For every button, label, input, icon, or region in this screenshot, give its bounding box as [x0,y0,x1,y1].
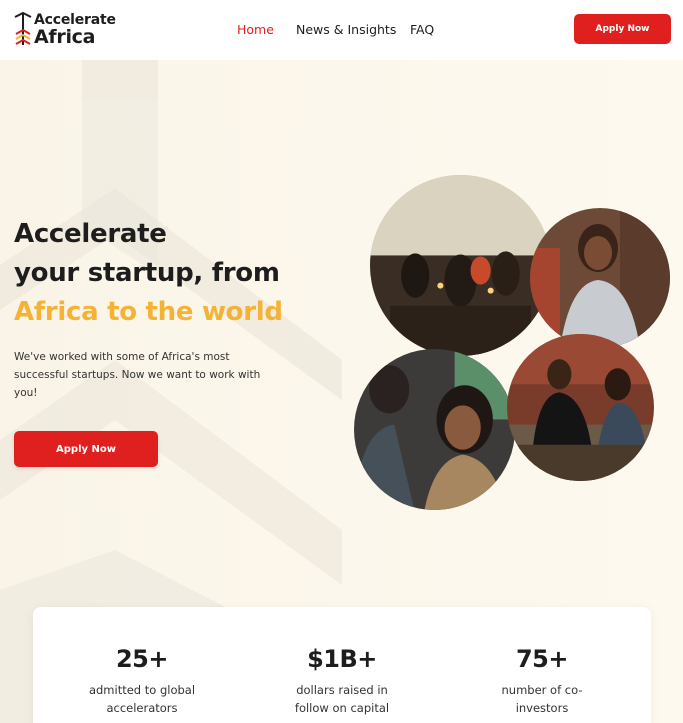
stat-co-investors: 75+ number of co-investors [452,607,632,717]
hero-apply-button[interactable]: Apply Now [14,431,158,467]
logo-wordmark-bottom: Africa [34,26,96,48]
hero-heading-accent: Africa to the world [14,297,283,327]
photo-conversation [507,334,654,481]
site-header: Accelerate Africa Home News & Insights F… [0,0,683,60]
photo-dinner-event [370,175,551,356]
hero-heading-line1: Accelerate [14,219,167,249]
hero-subtitle: We've worked with some of Africa's most … [14,351,261,399]
nav-home[interactable]: Home [237,22,274,37]
header-apply-button[interactable]: Apply Now [574,14,671,44]
brand-logo[interactable]: Accelerate Africa [13,12,116,48]
stat-label: dollars raised in follow on capital [294,683,390,715]
nav-faq[interactable]: FAQ [410,22,434,37]
stat-value: $1B+ [307,645,377,673]
stat-label: admitted to global accelerators [88,683,196,715]
stats-card: 25+ admitted to global accelerators $1B+… [33,607,651,723]
photo-speaker-woman [530,208,670,348]
hero-heading-line2: your startup, from [14,258,280,288]
stat-capital: $1B+ dollars raised in follow on capital [252,607,432,717]
stat-label: number of co-investors [501,683,583,715]
nav-news-insights[interactable]: News & Insights [296,22,396,37]
stat-accelerators: 25+ admitted to global accelerators [52,607,232,717]
photo-smiling-woman [354,349,515,510]
accelerate-africa-arrow-icon [14,12,32,45]
stat-value: 25+ [115,645,169,673]
stat-value: 75+ [515,645,569,673]
hero-heading: Accelerate your startup, from Africa to … [14,215,354,332]
